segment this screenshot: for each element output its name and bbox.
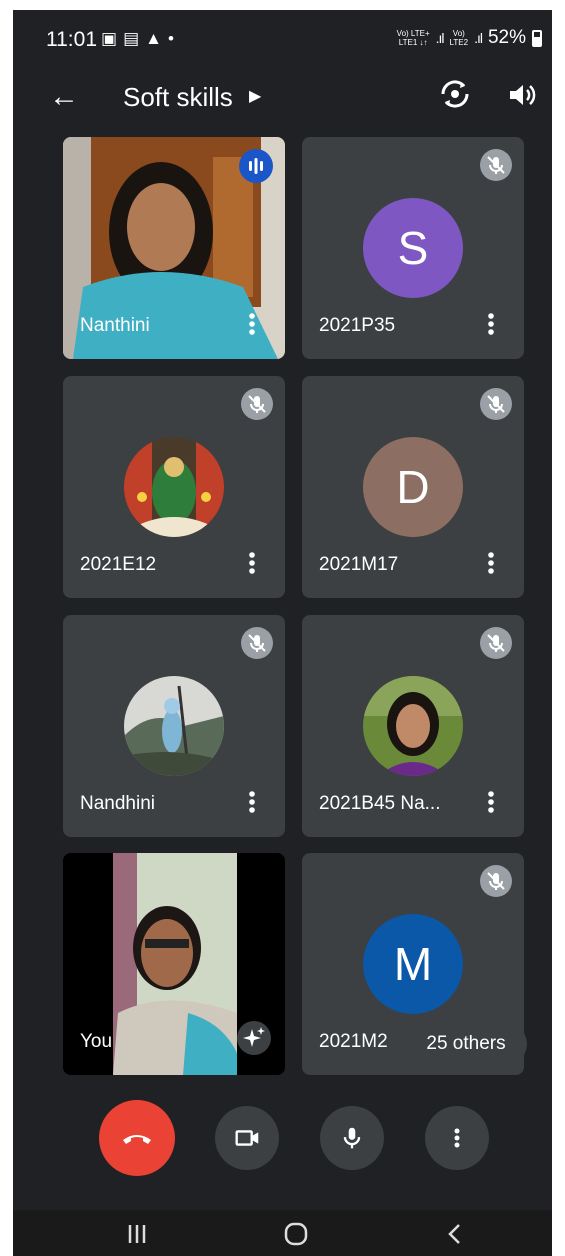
signal-2-icon: .ıl [474,30,483,46]
mic-toggle-button[interactable] [320,1106,384,1170]
back-arrow-icon[interactable]: ← [49,80,79,114]
camera-toggle-button[interactable] [215,1106,279,1170]
participant-name: 2021M2 [319,1031,388,1052]
avatar: M [363,914,463,1014]
participant-name: 2021P35 [319,315,396,336]
status-time: 11:01 [46,28,97,51]
more-options-button[interactable] [425,1106,489,1170]
participant-tile-nanthini[interactable]: Nanthini [63,137,285,359]
recents-icon[interactable] [125,1222,149,1246]
effects-sparkle-icon[interactable] [237,1021,271,1055]
mic-off-icon [480,388,512,420]
avatar-initial: D [396,461,430,513]
participant-name: 2021M17 [319,554,399,575]
more-vert-icon[interactable] [476,548,506,578]
videocam-icon [235,1130,259,1146]
network-1: Vo) LTE+ LTE1 ↓↑ [396,29,430,47]
warning-icon: ▲ [145,29,168,48]
avatar: D [363,437,463,537]
mic-off-icon [480,627,512,659]
network-2: Vo) LTE2 [449,29,469,47]
participant-name: Nandhini [80,793,155,814]
participant-name: Nanthini [80,315,150,336]
mic-off-icon [480,865,512,897]
gallery-icon: ▣ [101,29,124,48]
participant-tile-2021p35[interactable]: S 2021P35 [302,137,524,359]
more-vert-icon[interactable] [476,309,506,339]
more-vert-icon[interactable] [237,787,267,817]
mic-off-icon [480,149,512,181]
mic-off-icon [241,388,273,420]
more-vert-icon[interactable] [476,787,506,817]
participant-tile-2021m17[interactable]: D 2021M17 [302,376,524,598]
back-nav-icon[interactable] [443,1222,467,1246]
meet-screen: 11:01 ▣▤▲• Vo) LTE+ LTE1 ↓↑ .ıl Vo) LTE2… [13,10,552,1256]
avatar-initial: M [393,938,433,990]
meeting-header: ← Soft skills ▶ [13,68,552,128]
speaker-icon[interactable] [507,80,537,110]
dot-icon: • [167,29,180,48]
battery-icon [532,29,542,47]
more-vert-icon [454,1128,460,1148]
avatar-photo [124,437,224,537]
avatar-photo [363,676,463,776]
participant-name: 2021B45 Na... [319,793,441,814]
participant-tile-2021b45[interactable]: 2021B45 Na... [302,615,524,837]
end-call-button[interactable] [99,1100,175,1176]
meeting-title[interactable]: Soft skills [123,82,233,113]
others-chip[interactable]: 25 others [405,1022,527,1066]
notification-icons: ▣▤▲• [101,29,180,49]
switch-camera-icon[interactable] [439,78,471,110]
mic-icon [343,1127,361,1149]
participant-name: You [80,1031,113,1052]
participant-name: 2021E12 [80,554,157,575]
signal-1-icon: .ıl [435,30,445,46]
caret-right-icon[interactable]: ▶ [249,86,261,106]
status-bar: 11:01 ▣▤▲• Vo) LTE+ LTE1 ↓↑ .ıl Vo) LTE2… [13,10,552,68]
system-navigation-bar [13,1210,552,1256]
battery-level: 52% [487,27,526,48]
more-vert-icon[interactable] [237,548,267,578]
self-view-tile[interactable]: You [63,853,285,1075]
participant-tile-2021e12[interactable]: 2021E12 [63,376,285,598]
more-vert-icon[interactable] [237,309,267,339]
participant-tile-nandhini[interactable]: Nandhini [63,615,285,837]
home-icon[interactable] [283,1221,309,1247]
avatar-photo [124,676,224,776]
speaking-indicator-icon [239,149,273,183]
others-label: 25 others [426,1033,506,1054]
avatar-initial: S [397,222,429,274]
end-call-icon [123,1135,151,1144]
status-right: Vo) LTE+ LTE1 ↓↑ .ıl Vo) LTE2 .ıl 52% [397,27,542,49]
mic-off-icon [241,627,273,659]
avatar: S [363,198,463,298]
message-icon: ▤ [123,29,146,48]
